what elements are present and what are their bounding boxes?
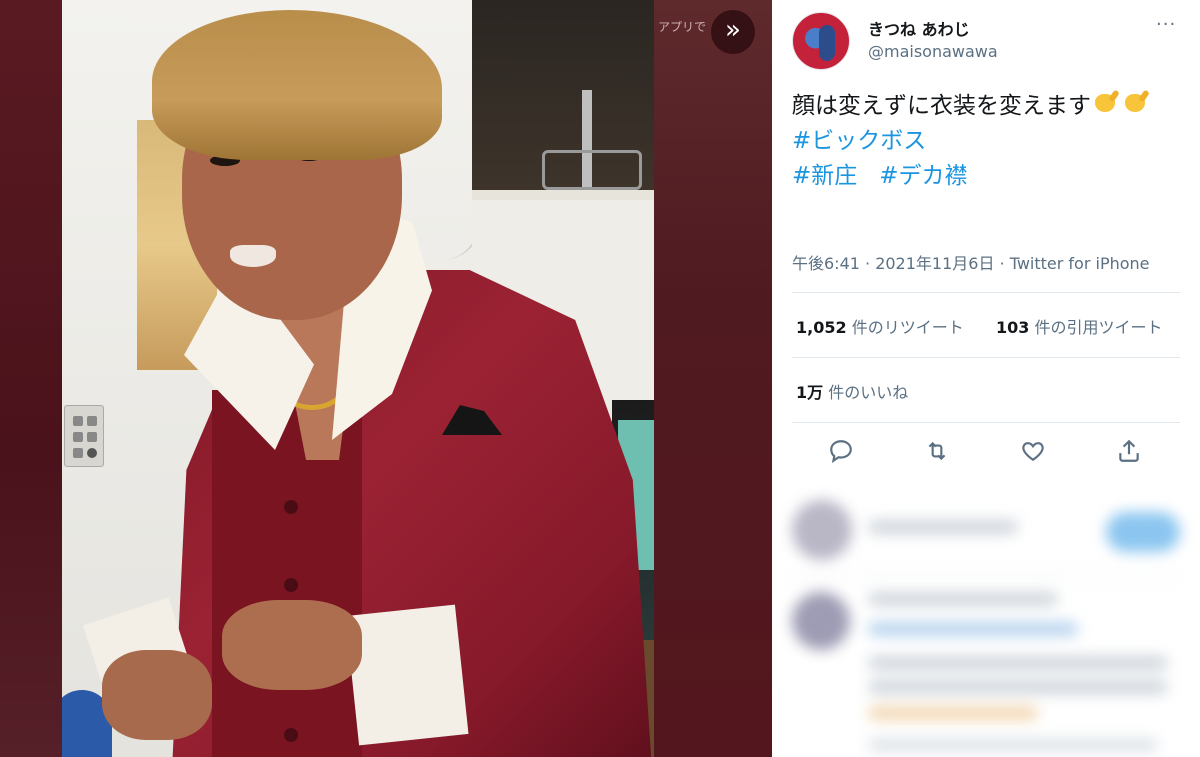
- tweet-photo[interactable]: [62, 0, 654, 757]
- retweet-icon: [928, 441, 946, 461]
- hashtag-bigboss[interactable]: #ビックボス: [792, 128, 926, 154]
- chevron-double-right-icon: »: [725, 15, 741, 45]
- viewer-backdrop-right: [654, 0, 772, 757]
- retweet-count: 1,052: [796, 318, 847, 337]
- tweet-actions: [822, 438, 1142, 468]
- retweet-stat[interactable]: 1,052 件のリツイート: [796, 314, 964, 338]
- tweet-text: 顔は変えずに衣装を変えます #ビックボス #新庄 #デカ襟: [792, 88, 1182, 194]
- media-viewer: アプリで »: [0, 0, 772, 757]
- retweet-label: 件のリツイート: [851, 318, 964, 337]
- call-me-hand-emoji: [1121, 88, 1151, 118]
- like-stat[interactable]: 1万 件のいいね: [796, 379, 908, 403]
- like-label: 件のいいね: [828, 383, 909, 402]
- next-image-button[interactable]: »: [711, 10, 755, 54]
- retweet-button[interactable]: [924, 438, 954, 468]
- quote-label: 件の引用ツイート: [1034, 318, 1163, 337]
- divider: [792, 422, 1180, 423]
- divider: [792, 292, 1180, 293]
- share-button[interactable]: [1116, 438, 1146, 468]
- hashtag-shinjo[interactable]: #新庄: [792, 163, 857, 189]
- more-options-icon[interactable]: ···: [1156, 14, 1176, 35]
- display-name[interactable]: きつね あわじ: [868, 16, 970, 40]
- hashtag-dekaeri[interactable]: #デカ襟: [879, 163, 967, 189]
- like-count: 1万: [796, 383, 824, 402]
- tweet-timestamp[interactable]: 午後6:41 · 2021年11月6日 · Twitter for iPhone: [792, 250, 1150, 274]
- reply-icon: [830, 440, 852, 464]
- avatar[interactable]: [792, 12, 850, 70]
- viewer-backdrop-left: [0, 0, 62, 757]
- like-icon: [1022, 442, 1044, 461]
- user-handle[interactable]: @maisonawawa: [868, 42, 998, 61]
- wall-switch: [64, 405, 104, 467]
- tweet-panel: きつね あわじ @maisonawawa ··· 顔は変えずに衣装を変えます #…: [772, 0, 1200, 757]
- divider: [792, 357, 1180, 358]
- reply-button[interactable]: [828, 438, 858, 468]
- call-me-hand-emoji: [1091, 88, 1121, 118]
- quote-stat[interactable]: 103 件の引用ツイート: [996, 314, 1163, 338]
- share-icon: [1119, 439, 1139, 462]
- blurred-replies: [772, 480, 1200, 757]
- quote-count: 103: [996, 318, 1030, 337]
- tweet-body: 顔は変えずに衣装を変えます: [792, 93, 1091, 119]
- open-in-app-label: アプリで: [658, 20, 707, 34]
- like-button[interactable]: [1020, 438, 1050, 468]
